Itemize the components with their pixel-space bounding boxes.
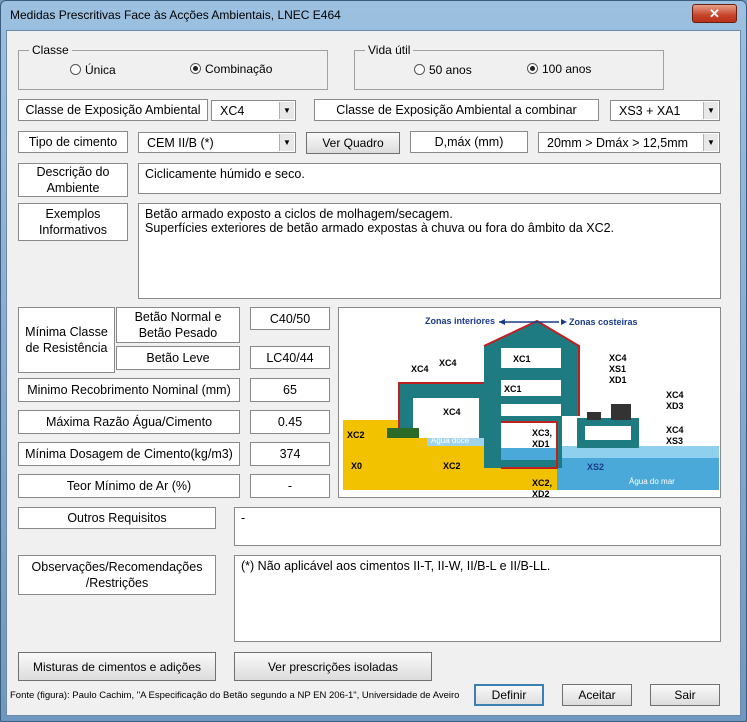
xc1-mid-label: XC1 xyxy=(504,384,522,394)
exposure-classes-figure: Zonas interiores Zonas costeiras XC1 XC1… xyxy=(338,307,721,498)
radio-combinacao[interactable]: Combinação xyxy=(190,62,272,76)
dmax-label: D,máx (mm) xyxy=(410,131,528,153)
radio-combinacao-circle[interactable] xyxy=(190,63,201,74)
razao-label: Máxima Razão Água/Cimento xyxy=(18,410,240,434)
close-button[interactable]: ✕ xyxy=(692,4,737,23)
xc4-label-c: XC4 xyxy=(443,407,461,417)
xc2-left-label: XC2 xyxy=(347,430,365,440)
misturas-button[interactable]: Misturas de cimentos e adições xyxy=(18,652,216,681)
radio-50-anos[interactable]: 50 anos xyxy=(414,63,472,77)
chevron-down-icon[interactable]: ▼ xyxy=(279,102,294,119)
exemplos-label: Exemplos Informativos xyxy=(18,203,128,241)
zonas-costeiras-label: Zonas costeiras xyxy=(569,317,638,327)
betao-leve-value: LC40/44 xyxy=(250,346,330,369)
chevron-down-icon[interactable]: ▼ xyxy=(279,134,294,151)
chevron-down-icon[interactable]: ▼ xyxy=(703,134,718,151)
radio-unica-label: Única xyxy=(85,63,116,77)
outros-text: - xyxy=(234,507,721,546)
vida-util-group-label: Vida útil xyxy=(365,43,414,57)
xc1-top-label: XC1 xyxy=(513,354,531,364)
aceitar-button[interactable]: Aceitar xyxy=(562,684,632,706)
definir-button[interactable]: Definir xyxy=(474,684,544,706)
chevron-down-icon[interactable]: ▼ xyxy=(703,102,718,119)
radio-unica[interactable]: Única xyxy=(70,63,116,77)
exposicao-combinar-label: Classe de Exposição Ambiental a combinar xyxy=(314,99,599,121)
descricao-text: Ciclicamente húmido e seco. xyxy=(138,163,721,194)
recobrimento-label: Minimo Recobrimento Nominal (mm) xyxy=(18,378,240,402)
radio-100-anos[interactable]: 100 anos xyxy=(527,62,591,76)
radio-100-anos-label: 100 anos xyxy=(542,62,592,76)
radio-50-anos-label: 50 anos xyxy=(429,63,472,77)
betao-normal-label: Betão Normal e Betão Pesado xyxy=(116,307,240,343)
xc4-xs1-xd1-label: XC4 XS1 XD1 xyxy=(609,353,627,385)
radio-combinacao-label: Combinação xyxy=(205,62,273,76)
cimento-select-value: CEM II/B (*) xyxy=(147,136,214,150)
agua-mar-label: Água do mar xyxy=(629,477,675,486)
xs2-label: XS2 xyxy=(587,462,604,472)
sair-button[interactable]: Sair xyxy=(650,684,720,706)
xc4-xs3-label: XC4 XS3 xyxy=(666,425,684,446)
cimento-label: Tipo de cimento xyxy=(18,131,128,153)
cimento-select[interactable]: CEM II/B (*) ▼ xyxy=(138,132,296,153)
observacoes-label: Observações/Recomendações /Restrições xyxy=(18,555,216,595)
xc4-label-b: XC4 xyxy=(411,364,429,374)
agua-doce-label: Água doce xyxy=(431,436,470,445)
betao-normal-value: C40/50 xyxy=(250,307,330,330)
exposicao-combinar-select[interactable]: XS3 + XA1 ▼ xyxy=(610,100,720,121)
exposicao-label: Classe de Exposição Ambiental xyxy=(18,99,208,121)
classe-group-label: Classe xyxy=(29,43,72,57)
exposicao-select-value: XC4 xyxy=(220,104,245,118)
x0-label: X0 xyxy=(351,461,362,471)
exemplos-text: Betão armado exposto a ciclos de molhage… xyxy=(138,203,721,299)
dmax-select[interactable]: 20mm > Dmáx > 12,5mm ▼ xyxy=(538,132,720,153)
radio-50-anos-circle[interactable] xyxy=(414,64,425,75)
zonas-interiores-label: Zonas interiores xyxy=(425,316,495,326)
xc2-mid-label: XC2 xyxy=(443,461,461,471)
ver-quadro-button[interactable]: Ver Quadro xyxy=(306,132,400,154)
ver-prescricoes-button[interactable]: Ver prescrições isoladas xyxy=(234,652,432,681)
xc4-xd3-label: XC4 XD3 xyxy=(666,390,684,411)
dmax-select-value: 20mm > Dmáx > 12,5mm xyxy=(547,136,689,150)
ar-label: Teor Mínimo de Ar (%) xyxy=(18,474,240,498)
source-footer: Fonte (figura): Paulo Cachim, "A Especif… xyxy=(10,690,460,701)
resistencia-label: Mínima Classe de Resistência xyxy=(18,307,115,373)
radio-unica-circle[interactable] xyxy=(70,64,81,75)
radio-100-anos-circle[interactable] xyxy=(527,63,538,74)
observacoes-text: (*) Não aplicável aos cimentos II-T, II-… xyxy=(234,555,721,642)
exposicao-combinar-value: XS3 + XA1 xyxy=(619,104,681,118)
razao-value: 0.45 xyxy=(250,410,330,434)
recobrimento-value: 65 xyxy=(250,378,330,402)
betao-leve-label: Betão Leve xyxy=(116,346,240,370)
dosagem-value: 374 xyxy=(250,442,330,466)
window-title: Medidas Prescritivas Face às Acções Ambi… xyxy=(10,8,341,22)
xc3-xd1-label: XC3, XD1 xyxy=(532,428,552,449)
descricao-label: Descrição do Ambiente xyxy=(18,163,128,197)
outros-label: Outros Requisitos xyxy=(18,507,216,529)
dosagem-label: Mínima Dosagem de Cimento(kg/m3) xyxy=(18,442,240,466)
exposicao-select[interactable]: XC4 ▼ xyxy=(211,100,296,121)
xc4-label-a: XC4 xyxy=(439,358,457,368)
ar-value: - xyxy=(250,474,330,498)
